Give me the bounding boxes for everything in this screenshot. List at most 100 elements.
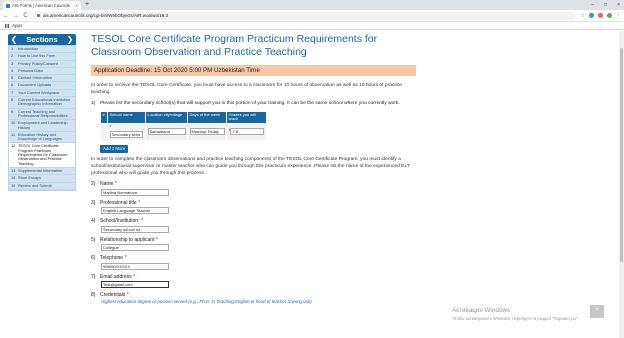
answer-input[interactable]: 99895XXXXXX — [101, 262, 169, 270]
browser-toolbar: ← → C ais.americancouncils.org/cgi-bin/W… — [0, 10, 624, 22]
answer-input[interactable]: Secondary school #4 — [101, 225, 169, 233]
question-1: 1) Please list the secondary school(s) t… — [91, 101, 421, 107]
question-number: 2) — [91, 181, 96, 188]
col-header: # — [100, 110, 108, 124]
bookmarks-bar: Apps — [0, 22, 624, 30]
add-one-more-button[interactable]: Add 1 More — [100, 144, 129, 153]
sidebar-item-label: Privacy Policy/Consent — [18, 60, 58, 66]
sidebar-item-label: Review and Submit — [18, 182, 52, 188]
profile-avatar[interactable] — [607, 13, 612, 18]
sidebar-item[interactable]: 6 Document Uploads — [9, 82, 75, 90]
question-label-row: 6) Telephone * — [91, 255, 421, 262]
sidebar-item[interactable]: 4 Personal Data — [9, 67, 75, 76]
question-block: 6) Telephone * 99895XXXXXX — [91, 255, 421, 270]
question-label-row: 2) Name * — [91, 181, 421, 188]
new-tab-button[interactable]: + — [85, 1, 89, 9]
sidebar-item[interactable]: 12 TESOL Core Certificate Program Practic… — [9, 143, 75, 168]
required-mark: * — [126, 292, 129, 299]
activation-watermark-sub: Чтобы активировать Windows, перейдите в … — [452, 316, 579, 321]
question-number: 6) — [91, 255, 96, 262]
answer-input[interactable]: English Language Teacher — [101, 207, 169, 215]
question-number: 8) — [91, 292, 96, 299]
sidebar-item[interactable]: 3 Privacy Policy/Consent — [9, 61, 75, 68]
school-name-input[interactable]: Secondary scho — [109, 131, 143, 139]
sidebar-item-label: Introduction — [18, 46, 39, 51]
question-block: 7) Email address * Test@gamil.com — [91, 274, 421, 289]
sidebar-item-number: 13 — [11, 167, 16, 173]
sidebar-item-label: Employment and Leadership History — [18, 120, 68, 130]
sidebar-item-number: 7 — [11, 89, 14, 95]
sidebar-item[interactable]: 10 Employment and Leadership History — [9, 120, 75, 132]
url-text: ais.americancouncils.org/cgi-bin/WebObje… — [43, 13, 168, 18]
bookmark-star-icon[interactable]: ☆ — [581, 13, 585, 19]
sidebar-item[interactable]: 9 Current Teaching and Professional Respo… — [9, 109, 75, 121]
close-tab-icon[interactable]: × — [75, 3, 78, 8]
close-window-button[interactable]: × — [617, 0, 620, 10]
required-mark: * — [140, 218, 143, 225]
days-cell: Monday, Friday — [187, 122, 227, 141]
extension-icon[interactable] — [589, 13, 594, 18]
schools-table: # School name Location city/village Days… — [100, 110, 267, 141]
sidebar-item[interactable]: 1 Introduction — [9, 46, 75, 54]
sidebar-item[interactable]: 2 How to Use this Form — [9, 53, 75, 61]
next-section-button[interactable]: ❯ — [64, 34, 76, 45]
sidebar-item-number: 9 — [11, 108, 14, 114]
answer-input[interactable]: Test@gamil.com — [101, 281, 169, 289]
menu-icon[interactable]: ⋮ — [616, 13, 621, 19]
sidebar-item-number: 8 — [11, 97, 14, 103]
school-cell: *Secondary scho — [107, 122, 146, 141]
col-header: Days of the week — [187, 110, 227, 124]
days-input[interactable]: Monday, Friday — [189, 128, 225, 136]
answer-input[interactable]: Madina Normatova — [101, 188, 169, 196]
question-label-row: 5) Relationship to applicant * — [91, 237, 421, 244]
sections-sidebar: ❮ Sections ❯ 1 Introduction 2 How to Use th… — [8, 34, 76, 191]
sidebar-item-label: Document Uploads — [18, 82, 52, 88]
question-label-row: 7) Email address * — [91, 274, 421, 281]
extension-icon[interactable] — [598, 13, 603, 18]
grades-cell: *7,8 — [226, 122, 267, 141]
sections-title: Sections — [26, 35, 58, 44]
sidebar-item[interactable]: 13 Supplemental Information — [9, 167, 75, 176]
sidebar-item-label: Supplemental Information — [18, 167, 63, 173]
sidebar-item-label: Your Current Workplace — [18, 89, 60, 95]
deadline-banner: Application Deadline: 15 Oct 2020 5:00 P… — [91, 65, 416, 76]
address-bar[interactable]: ais.americancouncils.org/cgi-bin/WebObje… — [33, 11, 576, 20]
forward-button[interactable]: → — [13, 13, 19, 19]
main-content: TESOL Core Certificate Program Practicum… — [91, 33, 421, 304]
tab-title: AIS Forms | American Councils — [12, 3, 70, 8]
location-input[interactable]: Samarkand — [147, 128, 186, 136]
question-label-row: 4) School/Institution: * — [91, 218, 421, 225]
minimize-button[interactable]: – — [591, 0, 594, 10]
sidebar-item[interactable]: 7 Your Current Workplace — [9, 89, 75, 98]
toolbar-icons: ☆ ⋮ — [581, 13, 621, 19]
sidebar-item-number: 2 — [11, 53, 14, 59]
maximize-button[interactable]: □ — [604, 0, 607, 10]
back-button[interactable]: ← — [3, 13, 9, 19]
sidebar-item-number: 6 — [11, 82, 14, 88]
question-label: Email address — [100, 273, 132, 280]
prev-section-button[interactable]: ❮ — [8, 34, 20, 45]
reload-button[interactable]: C — [23, 13, 28, 19]
sidebar-item-number: 4 — [11, 67, 14, 73]
sections-menu: 1 Introduction 2 How to Use this Form 3 Priva… — [8, 45, 76, 191]
sidebar-item[interactable]: 8 Current Educational Institution Demogra… — [9, 97, 75, 109]
table-header-row: # School name Location city/village Days… — [100, 110, 267, 124]
supervisor-questions: 2) Name * Madina Normatova 3) Professional ti… — [91, 181, 421, 304]
page-title: TESOL Core Certificate Program Practicum… — [91, 33, 378, 58]
grades-input[interactable]: 7,8 — [230, 128, 265, 136]
question-label: Professional title — [100, 199, 137, 206]
scroll-to-top-button[interactable]: ⌃ — [590, 305, 604, 318]
scrollbar-thumb[interactable] — [620, 48, 623, 262]
apps-bookmark[interactable]: Apps — [12, 23, 22, 28]
col-header: School name — [107, 110, 146, 124]
sidebar-item[interactable]: 5 Contact Information — [9, 75, 75, 83]
browser-tab[interactable]: AIS Forms | American Councils × — [3, 1, 81, 10]
sidebar-item[interactable]: 14 Short Essays — [9, 175, 75, 183]
answer-input[interactable]: Collegue — [101, 244, 169, 252]
question-block: 3) Professional title * English Language Te… — [91, 200, 421, 215]
sidebar-item[interactable]: 11 Education History and Knowledge of Lan… — [9, 132, 75, 144]
sidebar-item[interactable]: 15 Review and Submit — [9, 183, 75, 190]
activation-watermark: Активация Windows — [452, 307, 511, 314]
apps-grid-icon[interactable] — [5, 23, 9, 28]
sidebar-item-number: 14 — [11, 175, 16, 181]
